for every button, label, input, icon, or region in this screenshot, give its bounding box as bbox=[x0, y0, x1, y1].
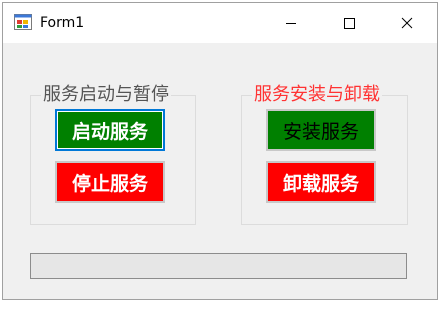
uninstall-service-label: 卸载服务 bbox=[268, 163, 374, 201]
maximize-button[interactable] bbox=[321, 3, 377, 43]
window-title: Form1 bbox=[40, 15, 85, 31]
install-service-button[interactable]: 安装服务 bbox=[266, 109, 376, 151]
winforms-app-icon bbox=[14, 14, 32, 30]
group-title-install-uninstall: 服务安装与卸载 bbox=[252, 83, 382, 107]
stop-service-label: 停止服务 bbox=[57, 163, 163, 201]
maximize-icon bbox=[344, 18, 355, 29]
group-title-start-stop: 服务启动与暂停 bbox=[41, 83, 171, 107]
install-service-label: 安装服务 bbox=[268, 111, 374, 149]
main-window: Form1 服务启动与暂停 服务安装与卸载 启动服务 停止服务 安装服务 卸载服… bbox=[2, 2, 438, 300]
uninstall-service-button[interactable]: 卸载服务 bbox=[266, 161, 376, 203]
progress-bar bbox=[30, 253, 407, 279]
start-service-label: 启动服务 bbox=[57, 111, 163, 149]
minimize-button[interactable] bbox=[263, 3, 319, 43]
close-icon bbox=[401, 17, 413, 29]
minimize-icon bbox=[286, 23, 296, 24]
start-service-button[interactable]: 启动服务 bbox=[55, 109, 165, 151]
title-bar[interactable]: Form1 bbox=[3, 3, 437, 43]
close-button[interactable] bbox=[379, 3, 435, 43]
stop-service-button[interactable]: 停止服务 bbox=[55, 161, 165, 203]
